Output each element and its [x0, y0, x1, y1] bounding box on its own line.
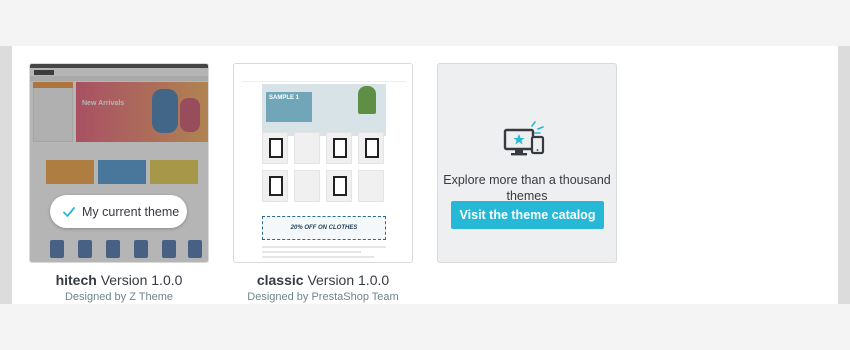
current-theme-label: My current theme — [82, 204, 180, 219]
current-theme-badge: My current theme — [50, 195, 187, 228]
theme-author-classic: Designed by PrestaShop Team — [247, 291, 399, 303]
screen-star-icon — [502, 118, 550, 160]
theme-title-classic: classic Version 1.0.0 — [256, 272, 390, 288]
preview-promo-banner: 20% OFF ON CLOTHES — [262, 216, 386, 240]
preview-hero-text: SAMPLE 1 — [269, 95, 300, 101]
right-border — [838, 46, 850, 304]
explore-themes-card: Explore more than a thousand themes Visi… — [437, 63, 617, 263]
theme-title-hitech: hitech Version 1.0.0 — [55, 272, 183, 288]
theme-preview-classic: SAMPLE 1 20% OFF ON CLOTHES — [234, 64, 412, 262]
theme-card-hitech[interactable]: New Arrivals — [29, 63, 209, 263]
visit-theme-catalog-button[interactable]: Visit the theme catalog — [451, 201, 604, 229]
theme-author-hitech: Designed by Z Theme — [64, 291, 174, 303]
check-icon — [62, 205, 76, 219]
left-border — [0, 46, 12, 304]
theme-card-classic[interactable]: SAMPLE 1 20% OFF ON CLOTHES — [233, 63, 413, 263]
explore-text: Explore more than a thousand themes — [443, 173, 611, 200]
current-theme-overlay — [30, 64, 208, 262]
theme-preview-hitech: New Arrivals — [30, 64, 208, 262]
